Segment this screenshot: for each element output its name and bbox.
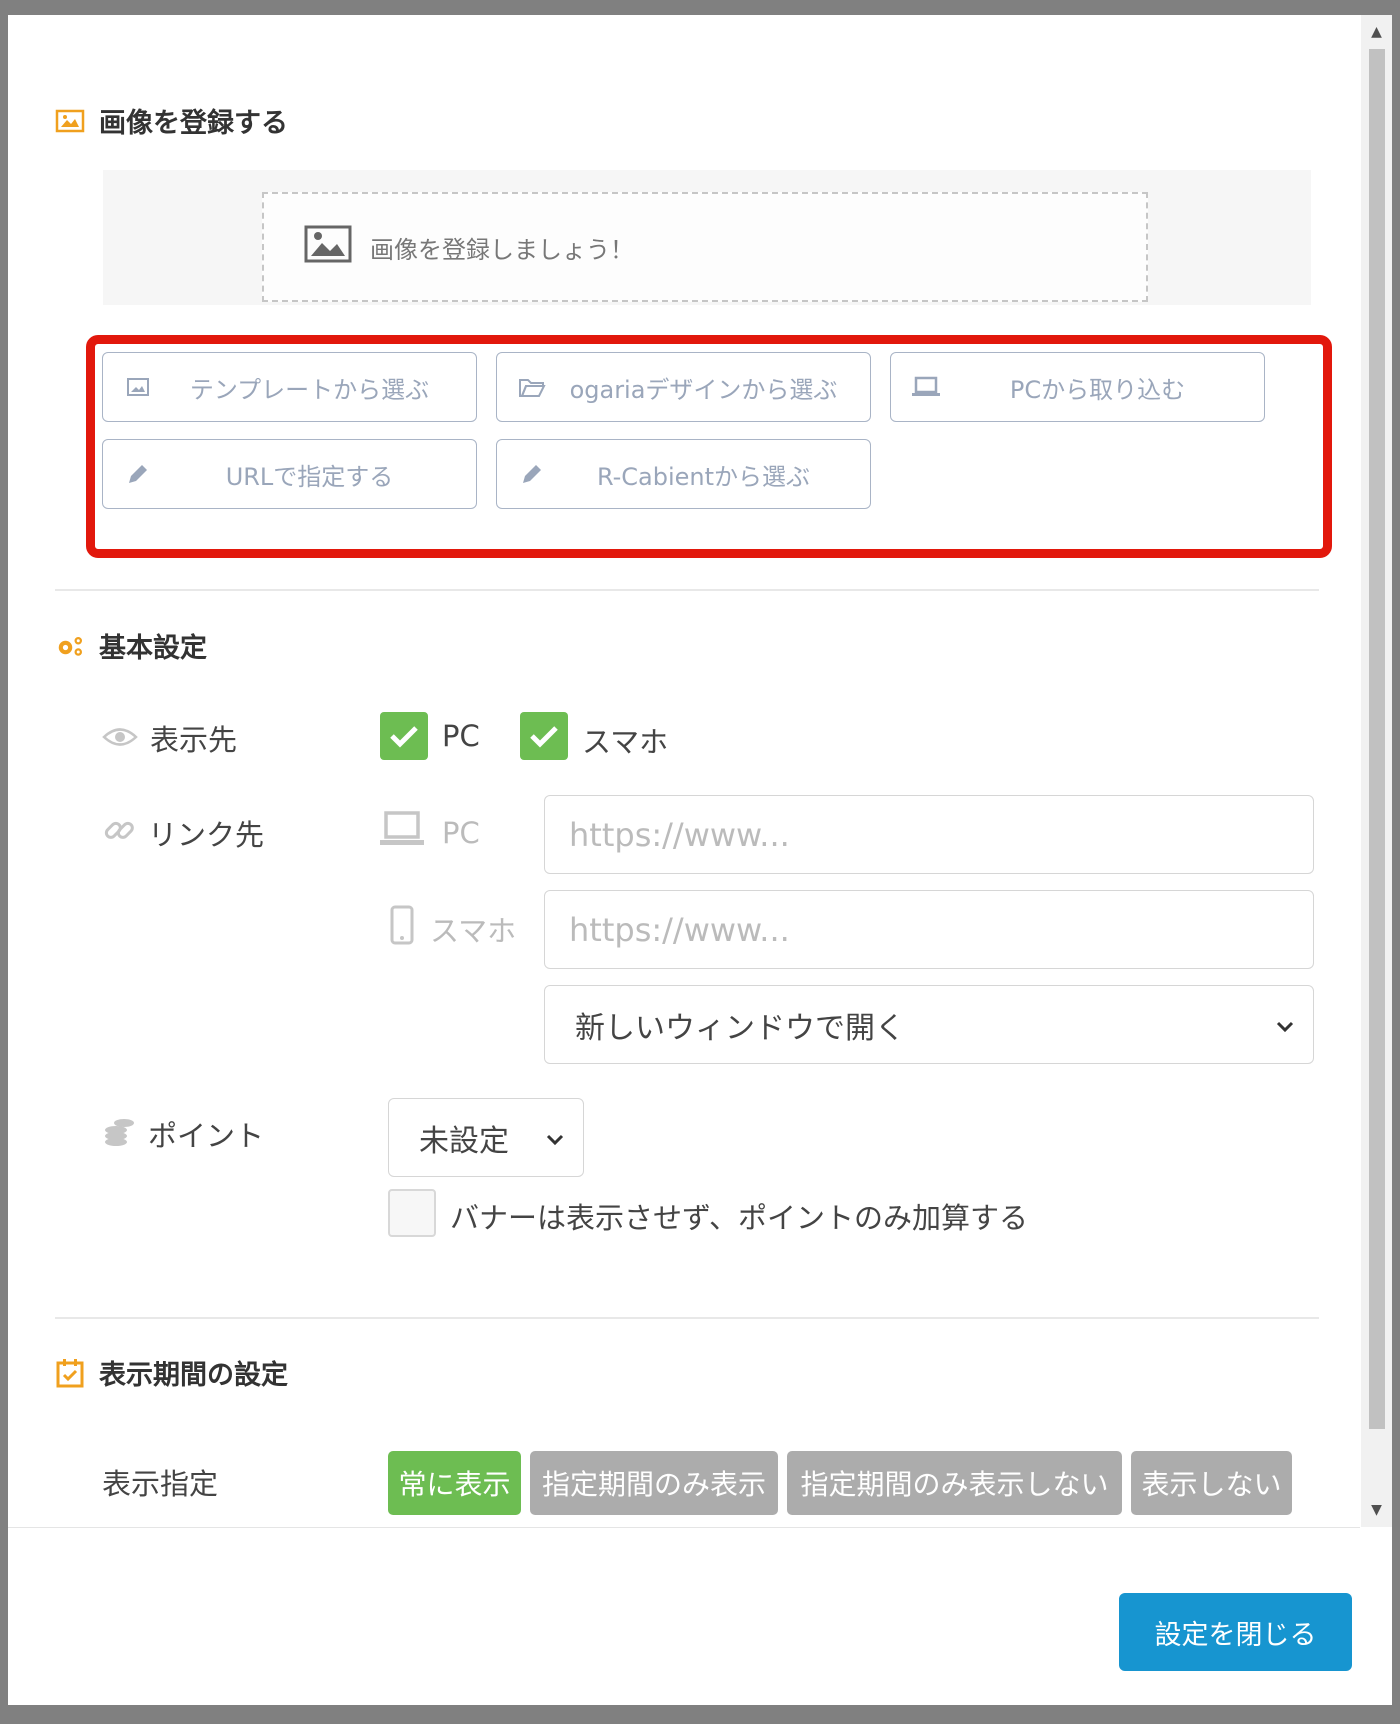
eye-icon <box>102 721 138 755</box>
scroll-up-arrow-icon[interactable]: ▲ <box>1361 15 1392 49</box>
period-only-display-option[interactable]: 指定期間のみ表示 <box>530 1451 778 1515</box>
scroll-thumb[interactable] <box>1369 49 1385 1429</box>
check-icon <box>530 726 558 748</box>
coins-icon <box>102 1115 136 1154</box>
pc-link-label: PC <box>378 810 480 855</box>
pc-checkbox-label: PC <box>442 719 480 753</box>
basic-section-title: 基本設定 <box>99 633 207 664</box>
sp-link-label: スマホ <box>390 905 516 952</box>
calendar-check-icon <box>55 1358 85 1388</box>
period-section-title: 表示期間の設定 <box>99 1360 288 1391</box>
vertical-scrollbar[interactable]: ▲ ▼ <box>1361 15 1392 1527</box>
period-section-header: 表示期間の設定 <box>55 1353 288 1392</box>
link-icon <box>102 813 136 854</box>
window-target-select[interactable]: 新しいウィンドウで開く <box>544 985 1314 1064</box>
footer-divider <box>8 1527 1360 1528</box>
no-display-option[interactable]: 表示しない <box>1131 1451 1292 1515</box>
smartphone-icon <box>390 905 414 952</box>
gears-icon <box>55 631 85 661</box>
image-dropzone[interactable]: 画像を登録しましょう！ <box>262 192 1148 302</box>
chevron-down-icon <box>1275 1007 1295 1042</box>
display-target-label: 表示先 <box>102 717 237 759</box>
pc-url-input[interactable]: https://www... <box>544 795 1314 874</box>
smartphone-checkbox[interactable] <box>520 712 568 760</box>
link-label: リンク先 <box>102 812 264 854</box>
points-only-checkbox-label: バナーは表示させず、ポイントのみ加算する <box>450 1201 1028 1235</box>
picture-icon <box>304 225 352 269</box>
points-only-checkbox[interactable] <box>388 1189 436 1237</box>
sp-url-input[interactable]: https://www... <box>544 890 1314 969</box>
highlight-frame <box>86 335 1332 558</box>
period-only-hide-option[interactable]: 指定期間のみ表示しない <box>787 1451 1122 1515</box>
image-section-title: 画像を登録する <box>99 108 288 139</box>
check-icon <box>390 726 418 748</box>
image-icon <box>55 106 85 136</box>
point-label: ポイント <box>102 1113 264 1155</box>
close-settings-button[interactable]: 設定を閉じる <box>1119 1593 1352 1671</box>
modal-scroll-area[interactable]: 画像を登録する 画像を登録しましょう！ テンプレートから選ぶ ogariaデザイ… <box>8 15 1360 1527</box>
smartphone-checkbox-label: スマホ <box>582 725 669 759</box>
divider <box>55 589 1319 591</box>
display-spec-label: 表示指定 <box>102 1467 219 1501</box>
laptop-icon <box>378 810 426 855</box>
basic-section-header: 基本設定 <box>55 626 207 665</box>
settings-modal: 画像を登録する 画像を登録しましょう！ テンプレートから選ぶ ogariaデザイ… <box>8 15 1392 1705</box>
always-display-option[interactable]: 常に表示 <box>388 1451 521 1515</box>
pc-checkbox[interactable] <box>380 712 428 760</box>
image-section-header: 画像を登録する <box>55 101 288 140</box>
dropzone-text: 画像を登録しましょう！ <box>370 235 634 264</box>
point-select[interactable]: 未設定 <box>388 1098 584 1177</box>
divider <box>55 1317 1319 1319</box>
chevron-down-icon <box>545 1120 565 1155</box>
scroll-down-arrow-icon[interactable]: ▼ <box>1361 1493 1392 1527</box>
